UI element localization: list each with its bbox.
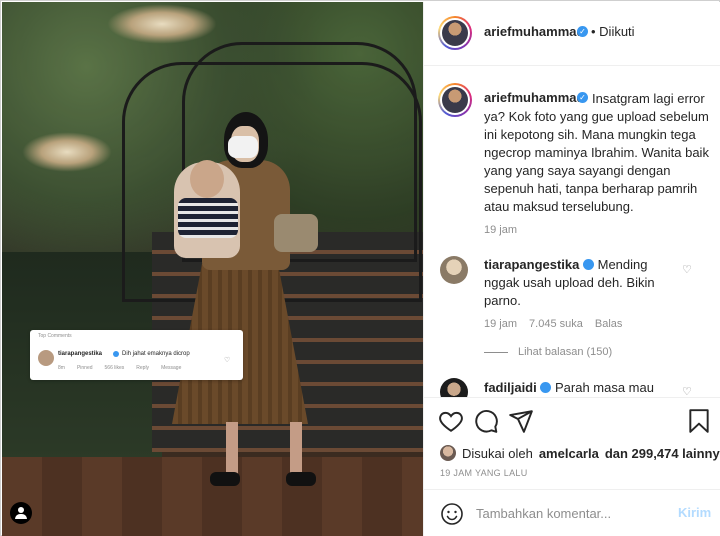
photo-floor bbox=[2, 457, 423, 536]
overlay-meta-pinned: Pinned bbox=[76, 365, 93, 371]
avatar bbox=[440, 445, 456, 461]
overlay-meta-time: 8m bbox=[58, 365, 65, 371]
photo-leg-right bbox=[290, 422, 302, 474]
likes-summary: Disukai oleh amelcarla dan 299,474 lainn… bbox=[440, 445, 720, 461]
photo-comment-screenshot: Top Comments tiarapangestika Dih jahat e… bbox=[30, 330, 243, 380]
replies-divider bbox=[484, 351, 508, 353]
overlay-avatar bbox=[38, 350, 54, 366]
header-username[interactable]: ariefmuhammad bbox=[484, 24, 584, 39]
post-photo[interactable]: Top Comments tiarapangestika Dih jahat e… bbox=[2, 2, 423, 536]
avatar bbox=[442, 87, 468, 113]
overlay-meta-reply: Reply bbox=[136, 365, 150, 371]
caption-body: Insatgram lagi error ya? Kok foto yang g… bbox=[484, 91, 709, 214]
photo-baby-head bbox=[190, 160, 224, 198]
post-date: 19 JAM YANG LALU bbox=[440, 468, 528, 478]
action-bar: Disukai oleh amelcarla dan 299,474 lainn… bbox=[424, 397, 720, 489]
photo-leg-left bbox=[226, 422, 238, 474]
likes-user[interactable]: amelcarla bbox=[539, 446, 599, 461]
caption-text: Insatgram lagi error ya? Kok foto yang g… bbox=[484, 90, 714, 216]
overlay-meta-likes: 566 likes bbox=[104, 365, 125, 371]
comment-text: tiarapangestika Mending nggak usah uploa… bbox=[484, 256, 684, 310]
caption-avatar[interactable] bbox=[438, 83, 472, 117]
overlay-header: Top Comments bbox=[38, 333, 72, 339]
photo-chandelier-2 bbox=[22, 132, 112, 172]
post-window: Top Comments tiarapangestika Dih jahat e… bbox=[0, 0, 720, 536]
likes-count[interactable]: dan 299,474 lainnya bbox=[605, 446, 720, 461]
comment-meta: 19 jam 7.045 suka Balas bbox=[484, 318, 622, 330]
heart-icon[interactable]: ♡ bbox=[682, 263, 692, 276]
verified-icon: ✓ bbox=[577, 26, 588, 37]
emoji-icon[interactable] bbox=[440, 502, 464, 526]
comment-body: Parah masa mau bbox=[554, 380, 654, 395]
comment-input[interactable] bbox=[476, 504, 666, 522]
overlay-meta: 8m Pinned 566 likes Reply Message bbox=[58, 365, 181, 371]
header-avatar[interactable] bbox=[438, 16, 472, 50]
verified-icon bbox=[540, 382, 552, 393]
verified-icon bbox=[113, 351, 119, 357]
comment-avatar[interactable] bbox=[440, 256, 468, 284]
share-icon[interactable] bbox=[508, 408, 534, 434]
view-replies[interactable]: Lihat balasan (150) bbox=[484, 346, 612, 358]
comment-time: 19 jam bbox=[484, 318, 518, 330]
likes-prefix: Disukai oleh bbox=[462, 445, 533, 461]
overlay-comment: Dih jahat emaknya dicrop bbox=[122, 351, 190, 357]
comment-username[interactable]: tiarapangestika bbox=[484, 257, 579, 272]
heart-icon[interactable] bbox=[438, 408, 464, 434]
reply-button[interactable]: Balas bbox=[595, 318, 623, 330]
comment-likes[interactable]: 7.045 suka bbox=[529, 318, 583, 330]
photo-mask bbox=[228, 136, 258, 158]
heart-icon: ♡ bbox=[224, 357, 231, 364]
follow-status[interactable]: • Diikuti bbox=[591, 24, 635, 39]
photo-shoe-left bbox=[210, 472, 240, 486]
view-replies-label[interactable]: Lihat balasan (150) bbox=[518, 346, 612, 358]
overlay-username: tiarapangestika bbox=[58, 351, 103, 357]
caption-time: 19 jam bbox=[484, 224, 518, 236]
comment-avatar[interactable] bbox=[440, 378, 468, 397]
overlay-meta-message: Message bbox=[161, 365, 182, 371]
comments-list[interactable]: ariefmuhammad ✓ Insatgram lagi error ya?… bbox=[424, 67, 720, 397]
post-header: ariefmuhammad ✓ • Diikuti bbox=[424, 2, 720, 66]
photo-baby-shirt bbox=[178, 198, 238, 238]
photo-shoe-right bbox=[286, 472, 316, 486]
heart-icon[interactable]: ♡ bbox=[682, 385, 692, 397]
post-sidebar: ariefmuhammad ✓ • Diikuti ariefmuhammad … bbox=[423, 2, 720, 536]
comment-icon[interactable] bbox=[473, 408, 499, 434]
bookmark-icon[interactable] bbox=[686, 408, 712, 434]
avatar bbox=[442, 20, 468, 46]
verified-icon bbox=[583, 259, 594, 270]
post-comment-button[interactable]: Kirim bbox=[678, 505, 711, 520]
add-comment-bar: Kirim bbox=[424, 489, 720, 536]
photo-chandelier bbox=[107, 4, 217, 44]
comment-username[interactable]: fadiljaidi bbox=[484, 380, 537, 395]
comment-text: fadiljaidi Parah masa mau bbox=[484, 379, 684, 397]
photo-bag bbox=[274, 214, 318, 252]
user-tag-icon[interactable] bbox=[10, 502, 32, 524]
